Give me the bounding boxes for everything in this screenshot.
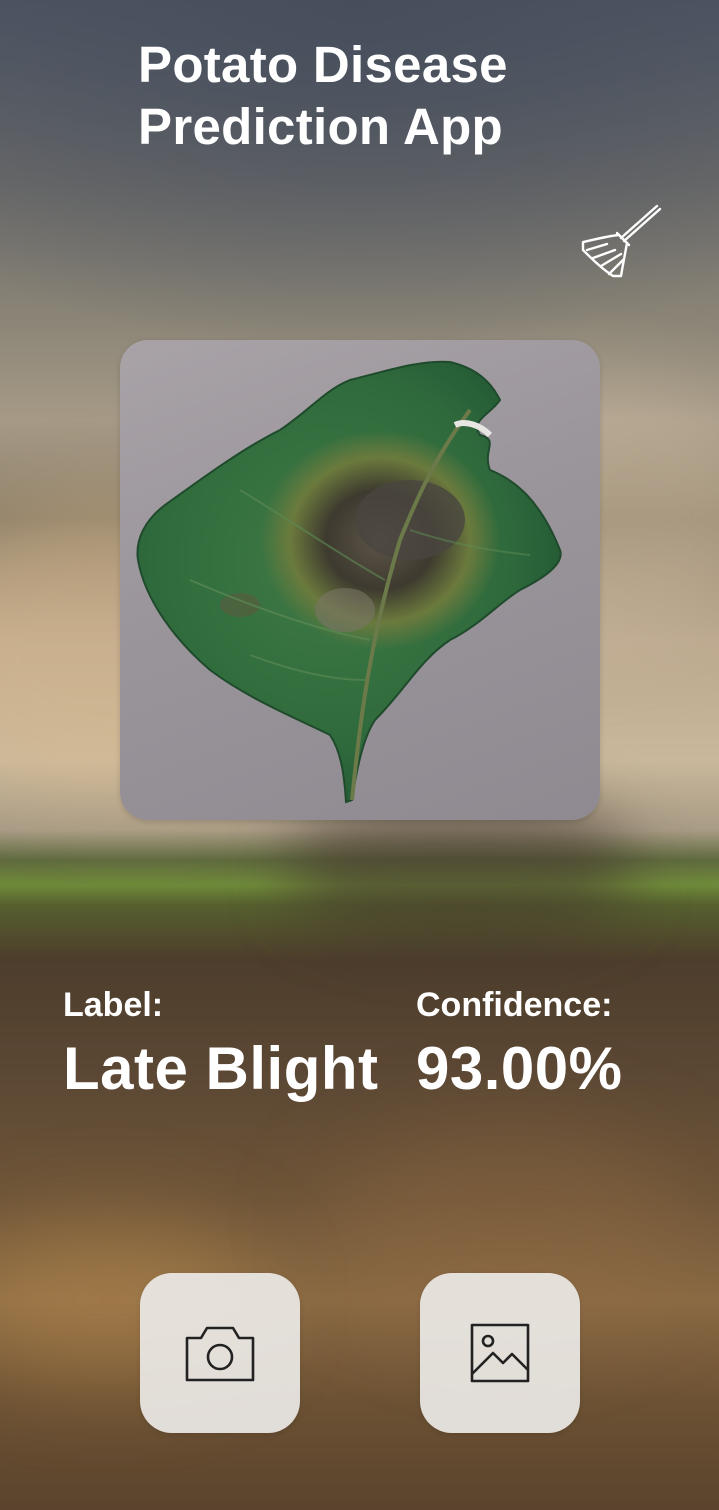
leaf-image-preview	[120, 340, 600, 820]
image-icon	[470, 1323, 530, 1383]
camera-button[interactable]	[140, 1273, 300, 1433]
camera-icon	[185, 1326, 255, 1382]
broom-icon	[581, 204, 662, 278]
label-value: Late Blight	[63, 1035, 379, 1102]
app-title: Potato Disease Prediction App	[138, 36, 508, 155]
potato-leaf-image	[136, 360, 562, 804]
confidence-caption: Confidence:	[416, 986, 613, 1024]
label-caption: Label:	[63, 986, 164, 1024]
gallery-button[interactable]	[420, 1273, 580, 1433]
clear-button[interactable]	[577, 198, 663, 284]
confidence-value: 93.00%	[416, 1035, 623, 1102]
